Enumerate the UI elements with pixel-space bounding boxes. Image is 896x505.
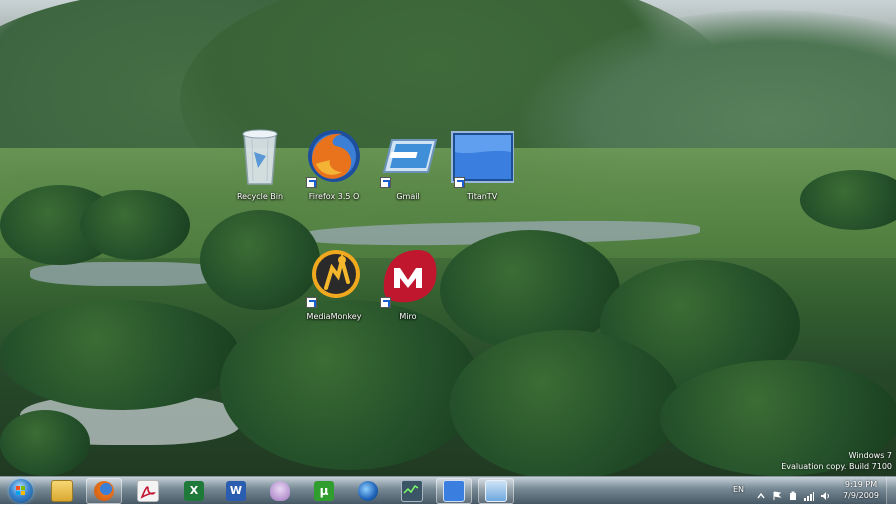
desktop-icon-recycle-bin[interactable]: Recycle Bin bbox=[224, 126, 296, 206]
action-center-flag-icon[interactable] bbox=[772, 486, 782, 500]
desktop-icon-label: Gmail bbox=[396, 192, 420, 201]
gmail-window-icon bbox=[376, 126, 440, 188]
acrobat-icon bbox=[137, 480, 159, 502]
desktop-icon-label: MediaMonkey bbox=[306, 312, 362, 321]
clock-date: 7/9/2009 bbox=[843, 491, 879, 500]
firefox-icon bbox=[94, 481, 114, 501]
taskbar-titantv[interactable] bbox=[436, 478, 472, 504]
monitor-icon bbox=[401, 480, 423, 502]
shortcut-arrow-icon bbox=[306, 297, 317, 308]
titantv-icon bbox=[450, 126, 515, 188]
desktop-wallpaper bbox=[0, 0, 896, 476]
desktop-icon-miro[interactable]: Miro bbox=[372, 246, 444, 326]
desktop-icon-label: Miro bbox=[399, 312, 417, 321]
recycle-bin-icon bbox=[228, 126, 292, 186]
desktop-icon-gmail[interactable]: Gmail bbox=[372, 126, 444, 206]
desktop-icon-label: Firefox 3.5 O bbox=[308, 192, 360, 201]
shortcut-arrow-icon bbox=[380, 297, 391, 308]
desktop-icon-mediamonkey[interactable]: MediaMonkey bbox=[298, 246, 370, 326]
volume-icon[interactable] bbox=[820, 486, 830, 500]
miro-icon bbox=[376, 246, 440, 308]
taskbar-monitor[interactable] bbox=[394, 478, 430, 504]
taskbar-window[interactable] bbox=[478, 478, 514, 504]
power-icon[interactable] bbox=[788, 486, 798, 500]
window-icon bbox=[485, 480, 507, 502]
shortcut-arrow-icon bbox=[306, 177, 317, 188]
watermark-line-1: Windows 7 bbox=[848, 451, 892, 460]
shortcut-arrow-icon bbox=[454, 177, 465, 188]
excel-icon: X bbox=[184, 481, 204, 501]
taskbar-pidgin[interactable] bbox=[262, 478, 298, 504]
desktop-icon-label: Recycle Bin bbox=[236, 192, 284, 201]
desktop-icon-label: TitanTV bbox=[466, 192, 498, 201]
taskbar-explorer[interactable] bbox=[44, 478, 80, 504]
taskbar: X W µ EN 9:19 PM 7/9/2009 bbox=[0, 476, 896, 504]
mediamonkey-icon bbox=[302, 246, 366, 308]
pidgin-icon bbox=[270, 481, 290, 501]
show-hidden-icons-chevron-icon[interactable] bbox=[756, 486, 766, 499]
desktop-icon-firefox[interactable]: Firefox 3.5 O bbox=[298, 126, 370, 206]
windows-logo-icon bbox=[16, 486, 26, 496]
watermark-line-2: Evaluation copy. Build 7100 bbox=[781, 462, 892, 471]
language-indicator[interactable]: EN bbox=[733, 485, 744, 494]
desktop-icon-titantv[interactable]: TitanTV bbox=[446, 126, 518, 206]
folder-icon bbox=[51, 480, 73, 502]
start-button[interactable] bbox=[4, 477, 38, 505]
firefox-icon bbox=[302, 126, 366, 188]
taskbar-firefox[interactable] bbox=[86, 478, 122, 504]
taskbar-word[interactable]: W bbox=[218, 478, 254, 504]
utorrent-icon: µ bbox=[314, 481, 334, 501]
word-icon: W bbox=[226, 481, 246, 501]
network-icon[interactable] bbox=[804, 486, 814, 501]
windows-watermark: Windows 7 Evaluation copy. Build 7100 bbox=[781, 450, 892, 472]
taskbar-google-earth[interactable] bbox=[350, 478, 386, 504]
clock-time: 9:19 PM bbox=[844, 480, 878, 489]
taskbar-excel[interactable]: X bbox=[176, 478, 212, 504]
clock[interactable]: 9:19 PM 7/9/2009 bbox=[838, 479, 884, 501]
taskbar-acrobat[interactable] bbox=[130, 478, 166, 504]
show-desktop-button[interactable] bbox=[886, 477, 896, 504]
titantv-icon bbox=[443, 480, 465, 502]
shortcut-arrow-icon bbox=[380, 177, 391, 188]
taskbar-utorrent[interactable]: µ bbox=[306, 478, 342, 504]
google-earth-icon bbox=[358, 481, 378, 501]
